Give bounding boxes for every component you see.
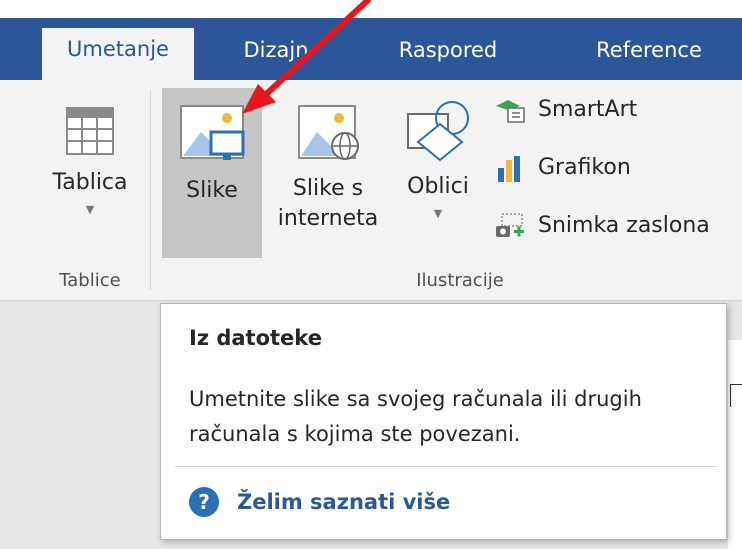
tab-reference[interactable]: Reference [574,30,724,80]
table-button[interactable]: Tablica ▼ [38,88,142,260]
picture-icon [180,105,245,160]
ribbon-body: Tablica ▼ Slike Slike s interneta Oblici… [0,80,742,301]
table-button-label: Tablica [52,170,128,195]
table-dropdown-icon: ▼ [85,203,95,216]
shapes-icon [407,101,469,162]
tooltip-divider [175,466,717,467]
smartart-icon [496,100,525,123]
chart-icon [498,156,520,182]
smartart-label: SmartArt [538,97,638,122]
group-label-tables: Tablice [59,270,121,291]
screenshot-icon [496,213,524,237]
group-label-illustrations: Ilustracije [416,270,504,291]
ribbon-tab-bar: Umetanje Dizajn Raspored Reference [0,18,742,80]
tab-raspored[interactable]: Raspored [378,30,518,80]
online-pictures-button[interactable]: Slike s interneta [272,88,384,260]
tooltip-title: Iz datoteke [189,326,322,350]
document-page-edge [728,340,742,549]
screenshot-label: Snimka zaslona [538,213,710,238]
online-picture-icon [298,105,359,160]
shapes-button-label: Oblici [407,174,469,199]
title-band [0,0,742,18]
table-icon [66,107,114,155]
online-pictures-label-line1: Slike s [292,176,364,201]
tooltip-description: Umetnite slike sa svojeg računala ili dr… [189,387,642,446]
chart-label: Grafikon [538,155,631,180]
tooltip-from-file: Iz datoteke Umetnite slike sa svojeg rač… [160,303,727,540]
pictures-button[interactable]: Slike [162,88,262,258]
question-icon: ? [189,487,219,517]
pictures-button-label: Slike [186,178,238,203]
shapes-dropdown-icon: ▼ [433,207,443,220]
tab-dizajn[interactable]: Dizajn [226,30,326,80]
document-table-fragment [730,384,742,407]
tab-umetanje[interactable]: Umetanje [42,28,194,80]
group-separator [150,90,151,290]
online-pictures-label-line2: interneta [277,206,379,231]
tooltip-help-label: Želim saznati više [237,490,451,514]
shapes-button[interactable]: Oblici ▼ [390,88,486,260]
